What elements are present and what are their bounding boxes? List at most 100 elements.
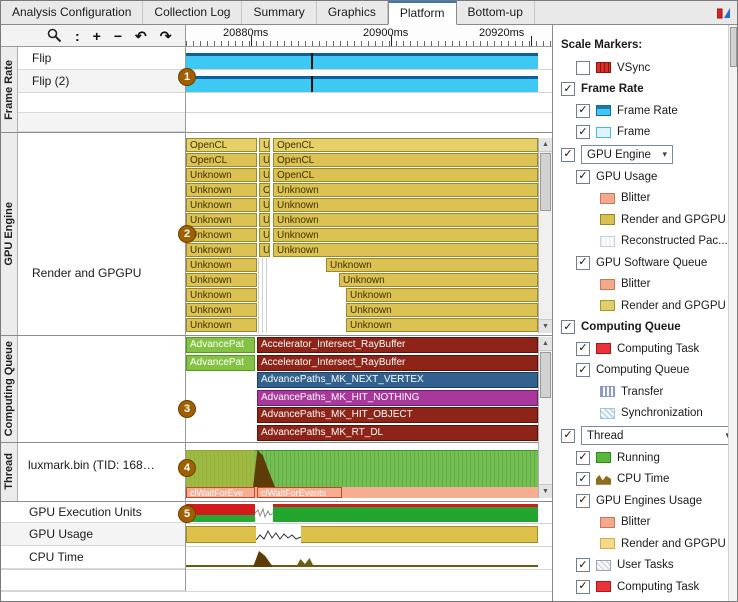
frame-checkbox[interactable]: ✓ xyxy=(576,125,590,139)
tab-bottom-up[interactable]: Bottom-up xyxy=(457,1,535,24)
queue-task-bar[interactable]: AdvancePaths_MK_HIT_NOTHING xyxy=(257,390,538,406)
scrollbar-thumb[interactable] xyxy=(730,27,737,67)
tab-graphics[interactable]: Graphics xyxy=(317,1,388,24)
timeline-ruler[interactable]: 20880ms 20900ms 20920ms xyxy=(186,25,552,47)
queue-task-bar[interactable]: AdvancePaths_MK_NEXT_VERTEX xyxy=(257,372,538,388)
wait-task-bar[interactable]: clWaitForEvents xyxy=(257,487,342,498)
cpu-time-checkbox[interactable]: ✓ xyxy=(576,472,590,486)
computing-task-checkbox[interactable]: ✓ xyxy=(576,580,590,594)
row-label-computing-queue-cell[interactable] xyxy=(18,335,186,442)
row-label-render-gpgpu-cell[interactable]: Render and GPGPU xyxy=(18,132,186,335)
scroll-down-button[interactable]: ▼ xyxy=(539,484,552,498)
queue-task-bar[interactable]: AdvancePat xyxy=(186,355,255,371)
gpu-task-bar[interactable]: Unknown xyxy=(186,198,257,212)
user-tasks-checkbox[interactable]: ✓ xyxy=(576,558,590,572)
frame-bar[interactable] xyxy=(186,76,311,92)
row-label-flip2[interactable]: Flip (2) xyxy=(18,70,186,93)
row-label-flip[interactable]: Flip xyxy=(18,47,186,70)
frame-rate-group-checkbox[interactable]: ✓ xyxy=(561,82,575,96)
gpu-task-bar[interactable]: Unknown xyxy=(186,303,257,317)
gpu-task-bar[interactable]: Unknown xyxy=(326,258,538,272)
computing-queue-checkbox[interactable]: ✓ xyxy=(576,363,590,377)
gpu-task-bar[interactable]: Unknown xyxy=(273,183,538,197)
queue-task-bar[interactable]: Accelerator_Intersect_RayBuffer xyxy=(257,355,538,371)
thread-checkbox[interactable]: ✓ xyxy=(561,429,575,443)
tab-summary[interactable]: Summary xyxy=(242,1,316,24)
gpu-task-bar[interactable]: OpenCL xyxy=(273,153,538,167)
scroll-up-button[interactable]: ▲ xyxy=(539,337,552,351)
scrollbar-thumb[interactable] xyxy=(540,153,551,211)
gpu-engine-scrollbar[interactable]: ▲ ▼ xyxy=(538,138,552,333)
gpu-task-bar[interactable]: Unknown xyxy=(346,303,538,317)
gpu-task-bar[interactable]: U xyxy=(259,153,270,167)
gpu-task-bar[interactable]: Unknown xyxy=(186,258,257,272)
computing-queue-scrollbar[interactable]: ▲ ▼ xyxy=(538,337,552,498)
gpu-task-bar[interactable]: Unknown xyxy=(186,228,257,242)
gpu-engines-usage-checkbox[interactable]: ✓ xyxy=(576,494,590,508)
group-strip-frame-rate[interactable]: Frame Rate xyxy=(1,47,18,132)
gpu-engine-dropdown[interactable]: GPU Engine ▾ xyxy=(581,145,673,164)
panel-scrollbar[interactable] xyxy=(728,25,738,602)
row-label-luxmark-cell[interactable]: luxmark.bin (TID: 168… xyxy=(18,442,186,501)
row-label-gpu-usage[interactable]: GPU Usage xyxy=(1,523,186,546)
gpu-task-bar[interactable]: Unknown xyxy=(346,318,538,332)
zoom-in-icon[interactable]: + xyxy=(93,29,101,43)
tab-analysis-configuration[interactable]: Analysis Configuration xyxy=(1,1,143,24)
gpu-task-bar[interactable]: Unknown xyxy=(346,288,538,302)
zoom-icon[interactable] xyxy=(47,28,62,43)
scroll-down-button[interactable]: ▼ xyxy=(539,319,552,333)
gpu-usage-checkbox[interactable]: ✓ xyxy=(576,170,590,184)
gpu-task-bar[interactable]: Unknown xyxy=(339,273,538,287)
gpu-task-bar[interactable]: Unknown xyxy=(186,288,257,302)
running-checkbox[interactable]: ✓ xyxy=(576,451,590,465)
gpu-task-bar[interactable]: U xyxy=(259,213,270,227)
queue-task-bar[interactable]: Accelerator_Intersect_RayBuffer xyxy=(257,337,538,353)
scroll-up-button[interactable]: ▲ xyxy=(539,138,552,152)
gpu-task-bar[interactable]: Unknown xyxy=(273,213,538,227)
wait-task-bar[interactable]: clWaitForEve xyxy=(186,487,255,498)
gpu-usage-band[interactable] xyxy=(186,526,538,543)
gpu-task-bar[interactable]: U xyxy=(259,138,270,152)
gpu-engine-checkbox[interactable]: ✓ xyxy=(561,148,575,162)
gpu-task-bar[interactable]: Unknown xyxy=(186,318,257,332)
computing-task-checkbox[interactable]: ✓ xyxy=(576,342,590,356)
frame-bar[interactable] xyxy=(313,76,538,92)
gpu-task-bar[interactable]: U xyxy=(259,198,270,212)
vsync-checkbox[interactable] xyxy=(576,61,590,75)
gpu-task-bar[interactable]: Unknown xyxy=(186,213,257,227)
gpu-task-bar[interactable]: U xyxy=(259,228,270,242)
gpu-task-bar[interactable]: OpenCL xyxy=(186,153,257,167)
gpu-task-bar[interactable]: O xyxy=(259,183,270,197)
tab-collection-log[interactable]: Collection Log xyxy=(143,1,242,24)
gpu-task-bar[interactable]: Unknown xyxy=(186,243,257,257)
gpu-task-bar[interactable]: U xyxy=(259,168,270,182)
zoom-redo-icon[interactable]: ↷ xyxy=(160,29,172,43)
queue-task-bar[interactable]: AdvancePat xyxy=(186,337,255,353)
gpu-task-bar[interactable]: OpenCL xyxy=(186,138,257,152)
gpu-eu-band[interactable] xyxy=(273,504,538,522)
group-strip-computing-queue[interactable]: Computing Queue xyxy=(1,335,18,442)
row-label-gpu-execution-units[interactable]: GPU Execution Units xyxy=(1,501,186,523)
zoom-undo-icon[interactable]: ↶ xyxy=(135,29,147,43)
gpu-task-bar[interactable]: OpenCL xyxy=(273,168,538,182)
gpu-task-bar[interactable]: Unknown xyxy=(186,273,257,287)
tab-platform[interactable]: Platform xyxy=(388,1,457,25)
group-strip-thread[interactable]: Thread xyxy=(1,442,18,501)
frame-bar[interactable] xyxy=(186,53,311,69)
thread-dropdown[interactable]: Thread ▾ xyxy=(581,426,736,445)
gpu-task-bar[interactable]: U xyxy=(259,243,270,257)
gpu-task-bar[interactable]: Unknown xyxy=(273,198,538,212)
row-label-cpu-time[interactable]: CPU Time xyxy=(1,546,186,569)
frame-rate-checkbox[interactable]: ✓ xyxy=(576,104,590,118)
queue-task-bar[interactable]: AdvancePaths_MK_RT_DL xyxy=(257,425,538,441)
zoom-out-icon[interactable]: − xyxy=(114,29,122,43)
gpu-task-bar[interactable]: Unknown xyxy=(273,243,538,257)
gpu-eu-band[interactable] xyxy=(186,504,255,522)
gpu-task-bar[interactable]: OpenCL xyxy=(273,138,538,152)
gpu-task-bar[interactable]: Unknown xyxy=(186,183,257,197)
scrollbar-thumb[interactable] xyxy=(540,352,551,398)
frame-bar[interactable] xyxy=(313,53,538,69)
gpu-task-bar[interactable]: Unknown xyxy=(186,168,257,182)
gpu-task-bar[interactable]: Unknown xyxy=(273,228,538,242)
gpu-sw-queue-checkbox[interactable]: ✓ xyxy=(576,256,590,270)
